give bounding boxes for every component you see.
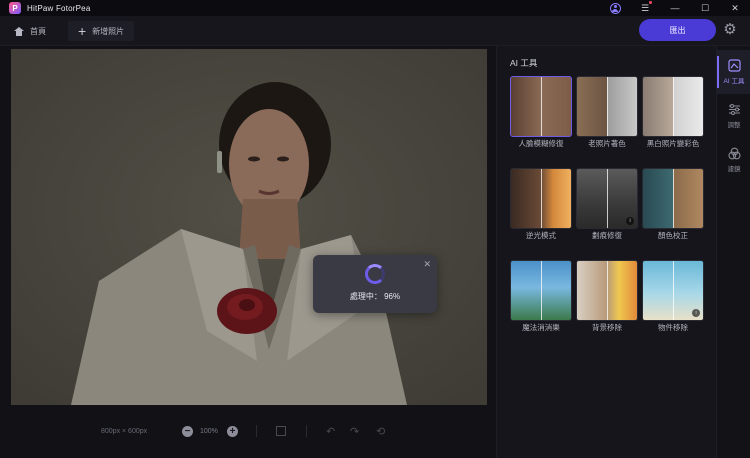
zoom-level: 100% (200, 427, 218, 435)
divider (306, 425, 307, 437)
rail-item-adjust[interactable]: 調整 (717, 94, 750, 138)
tool-thumbnail (510, 260, 572, 321)
processing-percent: 96% (384, 292, 401, 301)
redo-icon[interactable]: ↷ (350, 425, 359, 438)
tool-backlight[interactable]: 逆光模式 (510, 168, 572, 241)
tool-scratch-repair[interactable]: i 劃痕修復 (576, 168, 638, 241)
close-button[interactable]: ✕ (720, 0, 750, 16)
history-icon[interactable]: ⟲ (376, 425, 385, 438)
home-label: 首頁 (30, 26, 46, 36)
rail-label: 濾鏡 (727, 166, 741, 173)
divider (256, 425, 257, 437)
sliders-icon (728, 103, 741, 116)
add-photo-button[interactable]: + 新增照片 (68, 21, 135, 41)
tool-thumbnail (576, 76, 638, 137)
app-logo: P (9, 2, 21, 14)
processing-status: 處理中： 96% (313, 291, 437, 302)
menu-button[interactable]: ☰ (630, 0, 660, 16)
portrait-image (11, 49, 487, 405)
rail-label: AI 工具 (723, 78, 745, 85)
close-icon: ✕ (731, 2, 739, 13)
tool-label: 黑白照片變彩色 (646, 139, 700, 148)
rail-label: 調整 (727, 122, 741, 129)
processing-dialog: ✕ 處理中： 96% (313, 255, 437, 313)
zoom-in-button[interactable]: + (227, 425, 238, 437)
tool-label: 老照片著色 (588, 139, 626, 148)
filters-icon (727, 147, 741, 160)
badge-icon: i (692, 309, 700, 317)
image-dimensions: 800px × 600px (101, 427, 148, 435)
tool-label: 人臉模糊修復 (518, 139, 564, 148)
rail-item-ai-tools[interactable]: AI 工具 (717, 50, 750, 94)
tool-label: 背景移除 (592, 323, 622, 332)
photo-preview[interactable] (11, 49, 487, 405)
account-button[interactable] (600, 0, 630, 16)
tool-label: 逆光模式 (526, 231, 556, 240)
zoom-out-button[interactable]: − (182, 425, 193, 437)
tool-background-remove[interactable]: 背景移除 (576, 260, 638, 333)
right-rail: AI 工具 調整 濾鏡 (716, 46, 750, 458)
panel-title: AI 工具 (510, 58, 538, 68)
close-icon[interactable]: ✕ (423, 259, 431, 270)
app-title: HitPaw FotorPea (27, 3, 91, 13)
badge-icon: i (626, 217, 634, 225)
undo-icon[interactable]: ↶ (326, 425, 335, 438)
canvas-area: ✕ 處理中： 96% 800px × 600px − 100% + ↶ ↷ ⟲ (0, 46, 496, 458)
tool-thumbnail (576, 260, 638, 321)
maximize-button[interactable]: ☐ (690, 0, 720, 16)
tool-label: 顏色校正 (658, 231, 688, 240)
tool-colorize-old[interactable]: 老照片著色 (576, 76, 638, 149)
compare-icon[interactable] (276, 426, 286, 436)
tool-thumbnail (642, 76, 704, 137)
tool-bw-to-color[interactable]: 黑白照片變彩色 (642, 76, 704, 149)
tool-label: 魔法消消樂 (522, 323, 560, 332)
gear-icon[interactable]: ⚙ (722, 22, 738, 38)
title-bar: P HitPaw FotorPea ☰ — ☐ ✕ (0, 0, 750, 16)
tool-magic-eraser[interactable]: 魔法消消樂 (510, 260, 572, 333)
home-icon (14, 26, 24, 36)
rail-item-filters[interactable]: 濾鏡 (717, 138, 750, 182)
ai-tools-icon (727, 59, 741, 72)
tool-thumbnail (510, 168, 572, 229)
tool-thumbnail: i (642, 260, 704, 321)
canvas-status-bar: 800px × 600px − 100% + ↶ ↷ ⟲ (0, 411, 496, 451)
tool-label: 物件移除 (658, 323, 688, 332)
export-button[interactable]: 匯出 (639, 19, 716, 41)
user-icon (609, 2, 621, 14)
loading-spinner-icon (365, 264, 385, 284)
maximize-icon: ☐ (700, 2, 710, 13)
tool-face-restore[interactable]: 人臉模糊修復 (510, 76, 572, 149)
menu-icon: ☰ (640, 2, 650, 13)
notification-dot (649, 1, 652, 4)
tool-thumbnail (642, 168, 704, 229)
tool-object-remove[interactable]: i 物件移除 (642, 260, 704, 333)
add-photo-label: 新增照片 (92, 26, 125, 36)
tool-thumbnail: i (576, 168, 638, 229)
home-button[interactable]: 首頁 (14, 21, 46, 41)
top-toolbar: 首頁 + 新增照片 匯出 ⚙ (0, 16, 750, 46)
tool-label: 劃痕修復 (592, 231, 622, 240)
minimize-icon: — (670, 3, 680, 13)
tool-thumbnail (510, 76, 572, 137)
plus-icon: + (78, 23, 87, 39)
processing-label: 處理中： (349, 292, 382, 301)
ai-tools-panel: AI 工具 人臉模糊修復 老照片著色 黑白照片變彩色 逆光模式 i 劃痕修復 顏… (496, 46, 716, 458)
tool-color-correct[interactable]: 顏色校正 (642, 168, 704, 241)
minimize-button[interactable]: — (660, 0, 690, 16)
